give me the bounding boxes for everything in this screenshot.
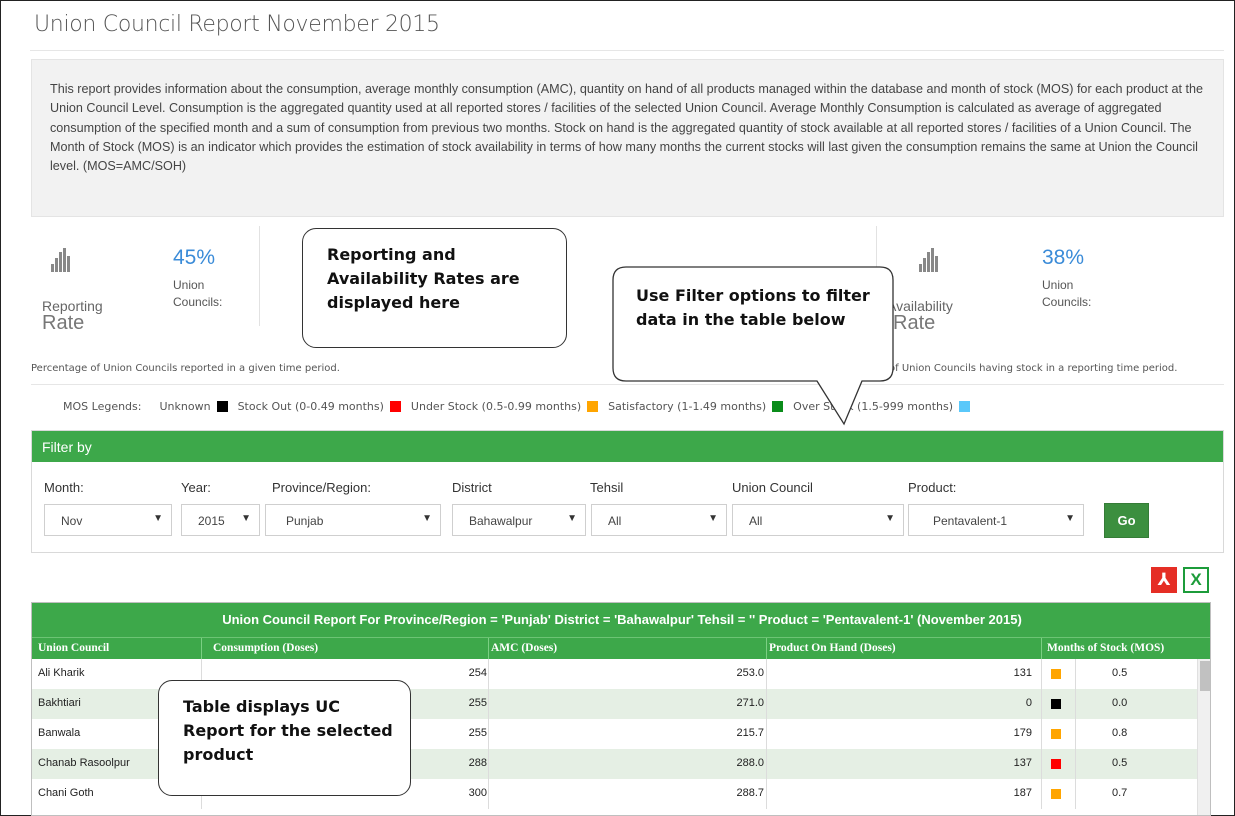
column-header-union-council[interactable]: Union Council [38, 642, 109, 654]
table-title: Union Council Report For Province/Region… [32, 603, 1210, 637]
year-label: Year: [181, 480, 211, 495]
scrollbar-thumb[interactable] [1200, 661, 1210, 691]
cell-amc: 215.7 [736, 727, 764, 739]
month-label: Month: [44, 480, 84, 495]
report-description: This report provides information about t… [31, 59, 1224, 217]
callout-filter-text: Use Filter options to filter data in the… [636, 286, 870, 329]
mos-status-swatch [1051, 789, 1061, 799]
month-select[interactable]: Nov ▼ [44, 504, 172, 536]
chevron-down-icon: ▼ [567, 513, 577, 524]
mos-status-swatch [1051, 699, 1061, 709]
union-council-select[interactable]: All ▼ [732, 504, 904, 536]
cell-soh: 179 [1013, 727, 1032, 739]
callout-rates: Reporting and Availability Rates are dis… [302, 228, 567, 348]
cell-consumption: 300 [468, 787, 487, 799]
excel-export-icon[interactable]: X [1183, 567, 1209, 593]
cell-amc: 288.0 [736, 757, 764, 769]
cell-soh: 0 [1025, 697, 1032, 709]
legend-item-unknown: Unknown [159, 400, 228, 413]
availability-rate-value: 38% [1042, 246, 1085, 269]
district-label: District [452, 480, 492, 495]
mos-status-swatch [1051, 669, 1061, 679]
union-council-label: Union Council [732, 480, 813, 495]
cell-consumption: 254 [468, 667, 487, 679]
cell-consumption: 255 [468, 727, 487, 739]
legend-label: MOS Legends: [63, 400, 142, 413]
title-divider [30, 50, 1224, 51]
cell-soh: 131 [1013, 667, 1032, 679]
legend-swatch [587, 401, 599, 412]
callout-table: Table displays UC Report for the selecte… [158, 680, 411, 796]
year-select[interactable]: 2015 ▼ [181, 504, 260, 536]
table-header: Union Council Consumption (Doses) AMC (D… [32, 637, 1210, 660]
cell-consumption: 288 [468, 757, 487, 769]
page-title: Union Council Report November 2015 [34, 12, 440, 37]
filter-panel: Filter by Month: Nov ▼ Year: 2015 ▼ Provin… [31, 430, 1224, 553]
pdf-export-icon[interactable]: ⅄ [1151, 567, 1177, 593]
cell-amc: 253.0 [736, 667, 764, 679]
province-label: Province/Region: [272, 480, 371, 495]
tehsil-select[interactable]: All ▼ [591, 504, 727, 536]
chevron-down-icon: ▼ [708, 513, 718, 524]
reporting-rate-note: Percentage of Union Councils reported in… [31, 363, 340, 374]
availability-rate-note: of Union Councils having stock in a repo… [889, 363, 1178, 374]
legend-item-under-stock: Under Stock (0.5-0.99 months) [411, 400, 599, 413]
chevron-down-icon: ▼ [885, 513, 895, 524]
bar-chart-icon [919, 248, 939, 272]
cell-mos: 0.8 [1112, 727, 1128, 739]
chevron-down-icon: ▼ [241, 513, 251, 524]
legend-swatch [959, 401, 971, 412]
go-button[interactable]: Go [1104, 503, 1149, 538]
chevron-down-icon: ▼ [1065, 513, 1075, 524]
tehsil-label: Tehsil [590, 480, 624, 495]
cell-consumption: 255 [468, 697, 487, 709]
cell-union-council: Chani Goth [38, 787, 94, 799]
reporting-rate-value: 45% [173, 246, 216, 269]
chevron-down-icon: ▼ [422, 513, 432, 524]
column-header-consumption[interactable]: Consumption (Doses) [213, 642, 318, 654]
filter-heading: Filter by [32, 431, 1223, 462]
cell-union-council: Ali Kharik [38, 667, 85, 679]
column-header-soh[interactable]: Product On Hand (Doses) [769, 642, 896, 654]
mos-status-swatch [1051, 729, 1061, 739]
cell-soh: 187 [1013, 787, 1032, 799]
cell-mos: 0.5 [1112, 757, 1128, 769]
product-select[interactable]: Pentavalent-1 ▼ [908, 504, 1084, 536]
legend-swatch [216, 401, 228, 412]
district-select[interactable]: Bahawalpur ▼ [452, 504, 586, 536]
table-scrollbar[interactable] [1197, 659, 1210, 815]
cell-union-council: Banwala [38, 727, 81, 739]
availability-rate-sub: Union Councils: [1042, 278, 1092, 309]
cell-mos: 0.0 [1112, 697, 1128, 709]
product-label: Product: [908, 480, 957, 495]
cell-union-council: Bakhtiari [38, 697, 81, 709]
cell-soh: 137 [1013, 757, 1032, 769]
cell-union-council: Chanab Rasoolpur [38, 757, 130, 769]
mos-status-swatch [1051, 759, 1061, 769]
legend-item-stock-out: Stock Out (0-0.49 months) [238, 400, 401, 413]
cell-amc: 271.0 [736, 697, 764, 709]
province-select[interactable]: Punjab ▼ [265, 504, 441, 536]
cell-amc: 288.7 [736, 787, 764, 799]
chevron-down-icon: ▼ [153, 513, 163, 524]
legend-swatch [389, 401, 401, 412]
cell-mos: 0.7 [1112, 787, 1128, 799]
column-header-mos[interactable]: Months of Stock (MOS) [1047, 642, 1164, 654]
bar-chart-icon [51, 248, 71, 272]
divider [259, 226, 260, 326]
reporting-rate-word: Rate [42, 312, 85, 334]
cell-mos: 0.5 [1112, 667, 1128, 679]
column-header-amc[interactable]: AMC (Doses) [491, 642, 557, 654]
reporting-rate-sub: Union Councils: [173, 278, 223, 309]
